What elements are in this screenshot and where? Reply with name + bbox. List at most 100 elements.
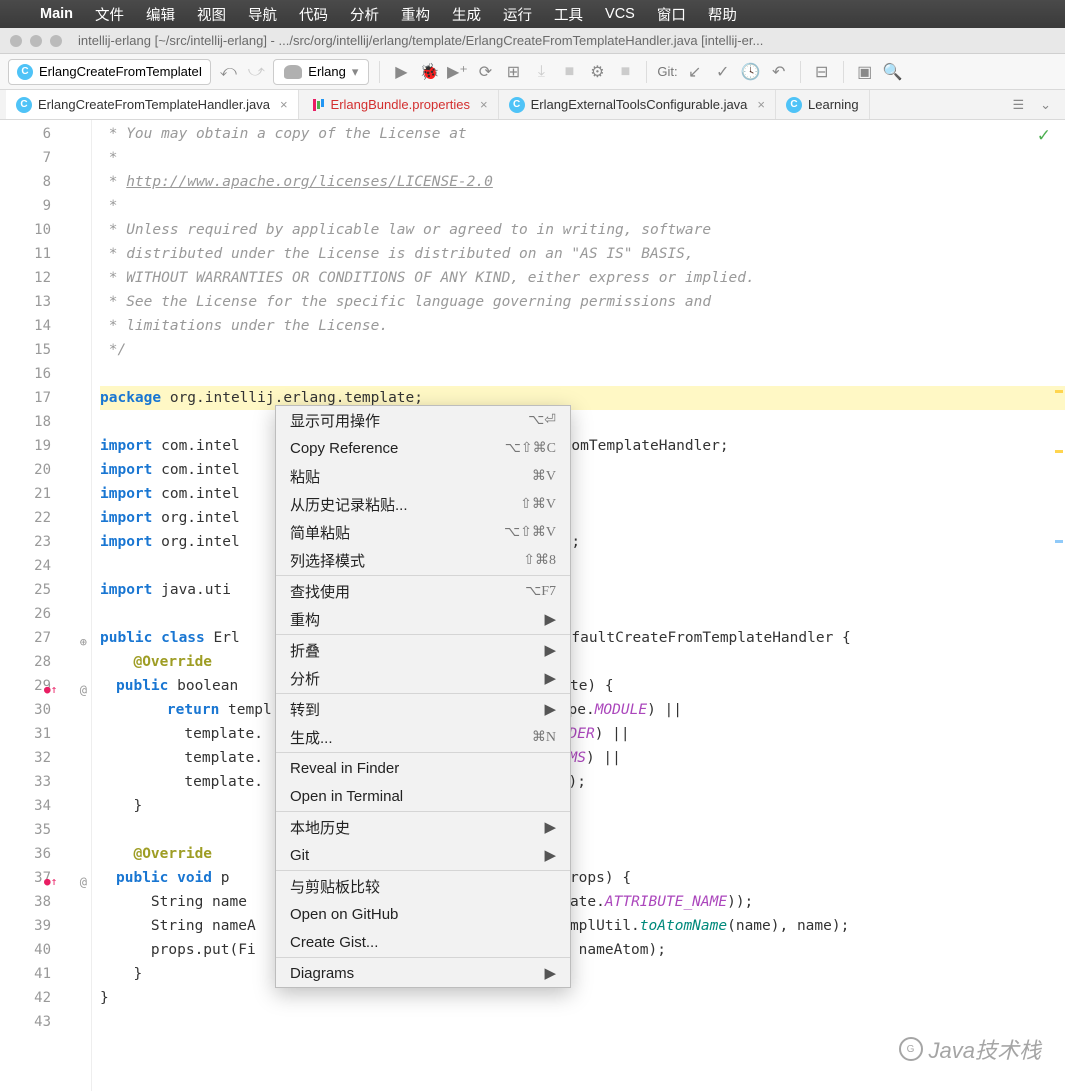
menu-item[interactable]: 查找使用⌥F7: [276, 577, 570, 605]
gutter: 6789101112131415161718192021222324252627…: [0, 120, 92, 1091]
profile-icon[interactable]: ⟳: [474, 61, 496, 83]
wechat-icon: G: [899, 1037, 923, 1061]
menu-analyze[interactable]: 分析: [350, 4, 379, 25]
git-commit-icon[interactable]: ✓: [712, 61, 734, 83]
attach-icon[interactable]: ⤓: [530, 61, 552, 83]
tab-label: ErlangBundle.properties: [331, 97, 470, 112]
menu-edit[interactable]: 编辑: [146, 4, 175, 25]
stop2-icon[interactable]: ■: [614, 61, 636, 83]
menu-item[interactable]: 简单粘贴⌥⇧⌘V: [276, 518, 570, 546]
zoom-window-icon[interactable]: [50, 35, 62, 47]
learn-icon[interactable]: ▣: [854, 61, 876, 83]
menu-refactor[interactable]: 重构: [401, 4, 430, 25]
search-icon[interactable]: 🔍: [882, 61, 904, 83]
code-area[interactable]: * You may obtain a copy of the License a…: [92, 120, 1065, 1091]
menu-build[interactable]: 生成: [452, 4, 481, 25]
run-config-label: Erlang: [308, 64, 346, 79]
menu-item[interactable]: Git▶: [276, 841, 570, 869]
context-menu: 显示可用操作⌥⏎Copy Reference⌥⇧⌘C粘贴⌘V从历史记录粘贴...…: [275, 405, 571, 988]
minimize-window-icon[interactable]: [30, 35, 42, 47]
tab-label: ErlangExternalToolsConfigurable.java: [531, 97, 748, 112]
back-icon[interactable]: ⤺: [217, 61, 239, 83]
menu-vcs[interactable]: VCS: [605, 6, 635, 22]
app-name[interactable]: Main: [40, 6, 73, 22]
main-toolbar: C ErlangCreateFromTemplateI ⤺ ⤻ Erlang ▾…: [0, 54, 1065, 90]
tab-external-tools[interactable]: C ErlangExternalToolsConfigurable.java ×: [499, 90, 776, 119]
warning-marker[interactable]: [1055, 450, 1063, 453]
hotswap-icon[interactable]: ⚙: [586, 61, 608, 83]
git-pull-icon[interactable]: ↙: [684, 61, 706, 83]
menu-run[interactable]: 运行: [503, 4, 532, 25]
coverage-icon[interactable]: ▶⁺: [446, 61, 468, 83]
menu-item[interactable]: Create Gist...: [276, 928, 570, 956]
structure-icon[interactable]: ⊟: [811, 61, 833, 83]
watermark: G Java技术栈: [899, 1033, 1041, 1065]
menu-item[interactable]: Diagrams▶: [276, 959, 570, 987]
info-marker[interactable]: [1055, 540, 1063, 543]
concurrency-icon[interactable]: ⊞: [502, 61, 524, 83]
menu-item[interactable]: 转到▶: [276, 695, 570, 723]
menu-item[interactable]: 生成...⌘N: [276, 723, 570, 751]
menu-item[interactable]: 重构▶: [276, 605, 570, 633]
separator: [379, 61, 380, 83]
breadcrumb-label: ErlangCreateFromTemplateI: [39, 64, 202, 79]
separator: [843, 61, 844, 83]
tab-learning[interactable]: C Learning ×: [776, 90, 870, 119]
git-revert-icon[interactable]: ↶: [768, 61, 790, 83]
forward-icon[interactable]: ⤻: [245, 61, 267, 83]
menu-item[interactable]: 列选择模式⇧⌘8: [276, 546, 570, 574]
navigation-breadcrumb[interactable]: C ErlangCreateFromTemplateI: [8, 59, 211, 85]
window-title: intellij-erlang [~/src/intellij-erlang] …: [78, 33, 763, 48]
close-tab-icon[interactable]: ×: [757, 97, 765, 112]
close-tab-icon[interactable]: ×: [280, 97, 288, 112]
menu-code[interactable]: 代码: [299, 4, 328, 25]
separator: [646, 61, 647, 83]
watermark-text: Java技术栈: [929, 1033, 1041, 1065]
menu-item[interactable]: Reveal in Finder: [276, 754, 570, 782]
class-icon: C: [509, 97, 525, 113]
run-configuration[interactable]: Erlang ▾: [273, 59, 369, 85]
menu-item[interactable]: 显示可用操作⌥⏎: [276, 406, 570, 434]
chevron-down-icon[interactable]: ⌄: [1032, 90, 1059, 119]
menu-item[interactable]: Open in Terminal: [276, 782, 570, 810]
tab-erlang-bundle[interactable]: ErlangBundle.properties ×: [299, 90, 499, 119]
menu-item[interactable]: Open on GitHub: [276, 900, 570, 928]
window-titlebar: intellij-erlang [~/src/intellij-erlang] …: [0, 28, 1065, 54]
tab-label: Learning: [808, 97, 859, 112]
separator: [800, 61, 801, 83]
tab-label: ErlangCreateFromTemplateHandler.java: [38, 97, 270, 112]
menu-file[interactable]: 文件: [95, 4, 124, 25]
menu-help[interactable]: 帮助: [708, 4, 737, 25]
inspection-ok-icon[interactable]: ✓: [1037, 126, 1051, 146]
menu-item[interactable]: Copy Reference⌥⇧⌘C: [276, 434, 570, 462]
menu-item[interactable]: 本地历史▶: [276, 813, 570, 841]
marker-strip[interactable]: [1053, 120, 1065, 1091]
stop-icon[interactable]: ■: [558, 61, 580, 83]
menu-item[interactable]: 从历史记录粘贴...⇧⌘V: [276, 490, 570, 518]
close-tab-icon[interactable]: ×: [480, 97, 488, 112]
dropdown-icon: ▾: [352, 64, 359, 80]
menu-window[interactable]: 窗口: [657, 4, 686, 25]
menu-item[interactable]: 分析▶: [276, 664, 570, 692]
menu-tools[interactable]: 工具: [554, 4, 583, 25]
class-icon: C: [16, 97, 32, 113]
warning-marker[interactable]: [1055, 390, 1063, 393]
mac-menubar: Main 文件 编辑 视图 导航 代码 分析 重构 生成 运行 工具 VCS 窗…: [0, 0, 1065, 28]
menu-item[interactable]: 粘贴⌘V: [276, 462, 570, 490]
close-window-icon[interactable]: [10, 35, 22, 47]
class-icon: C: [17, 64, 33, 80]
git-history-icon[interactable]: 🕓: [740, 61, 762, 83]
menu-item[interactable]: 与剪贴板比较: [276, 872, 570, 900]
properties-icon: [309, 97, 325, 113]
debug-icon[interactable]: 🐞: [418, 61, 440, 83]
menu-navigate[interactable]: 导航: [248, 4, 277, 25]
menu-view[interactable]: 视图: [197, 4, 226, 25]
run-icon[interactable]: ▶: [390, 61, 412, 83]
erlang-icon: [284, 65, 302, 79]
traffic-lights: [10, 35, 62, 47]
tab-erlang-create-handler[interactable]: C ErlangCreateFromTemplateHandler.java ×: [6, 90, 299, 119]
git-label: Git:: [657, 64, 677, 79]
menu-item[interactable]: 折叠▶: [276, 636, 570, 664]
tab-list-icon[interactable]: ☰: [1004, 90, 1032, 119]
editor-tabs: C ErlangCreateFromTemplateHandler.java ×…: [0, 90, 1065, 120]
